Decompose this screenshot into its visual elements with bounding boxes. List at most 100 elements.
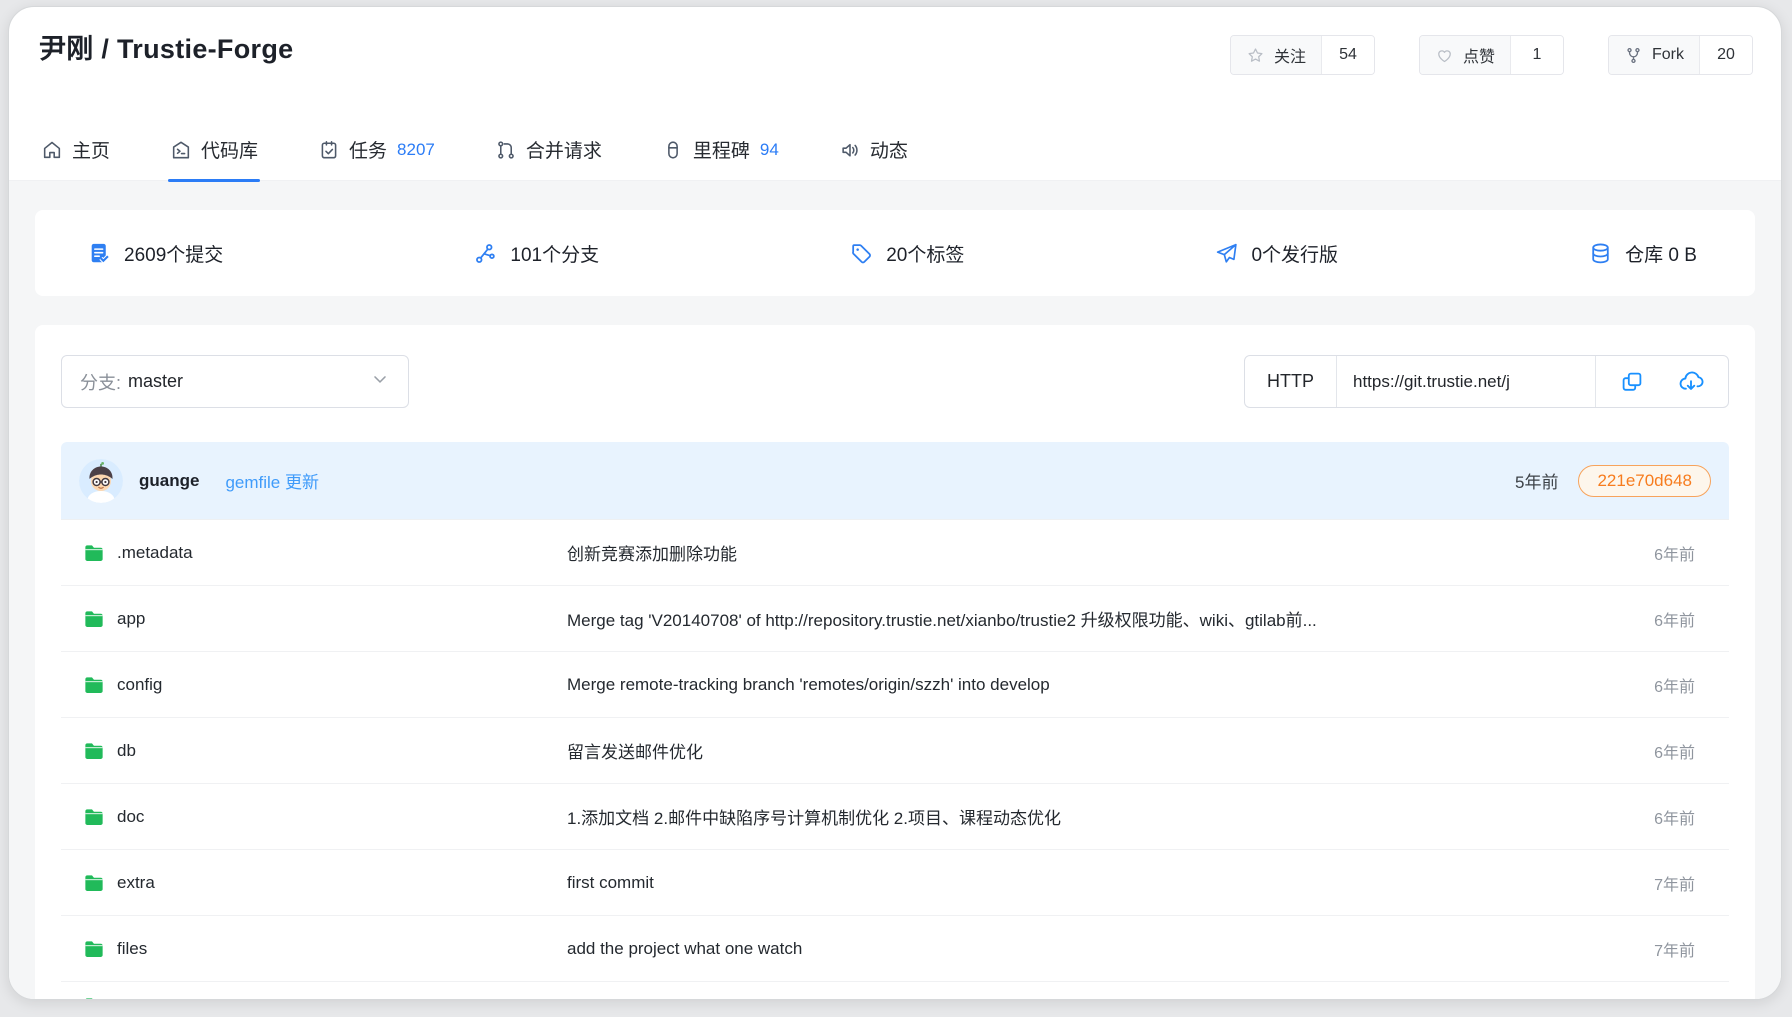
tab-home[interactable]: 主页 <box>39 123 112 180</box>
stat-branches[interactable]: 101个分支 <box>473 240 599 267</box>
commit-time: 5年前 <box>1515 468 1558 493</box>
tab-activity[interactable]: 动态 <box>837 123 910 180</box>
file-commit-message[interactable]: 留言发送邮件优化 <box>567 738 1595 763</box>
tab-activity-label: 动态 <box>870 136 908 163</box>
file-list: .metadata 创新竞赛添加删除功能 6年前 app Merge tag '… <box>61 519 1729 999</box>
watch-count: 54 <box>1322 36 1374 74</box>
file-commit-time: 6年前 <box>1595 805 1725 829</box>
file-commit-message[interactable]: 1.添加文档 2.邮件中缺陷序号计算机制优化 2.项目、课程动态优化 <box>567 804 1595 829</box>
tab-pulls-label: 合并请求 <box>526 136 602 163</box>
app-window: 尹刚 / Trustie-Forge 关注 54 点赞 1 <box>8 6 1782 1000</box>
stat-repo-size-label: 仓库 0 B <box>1625 240 1697 267</box>
tab-milestones[interactable]: 里程碑 94 <box>660 123 781 180</box>
tab-pulls[interactable]: 合并请求 <box>493 123 604 180</box>
fork-label: Fork <box>1652 46 1684 64</box>
repo-stats-bar: 2609个提交 101个分支 20个标签 0个发行版 <box>35 210 1755 296</box>
folder-icon <box>83 873 105 893</box>
tags-icon <box>849 241 874 266</box>
chevron-down-icon <box>370 369 390 394</box>
home-icon <box>41 139 63 161</box>
stat-branches-label: 101个分支 <box>510 240 599 267</box>
file-name[interactable]: .metadata <box>117 543 193 563</box>
code-toolbar: 分支: master HTTP https://git.trustie.net/… <box>35 325 1755 408</box>
tab-code[interactable]: 代码库 <box>168 123 260 180</box>
file-commit-message[interactable]: 创新竞赛添加删除功能 <box>567 540 1595 565</box>
praise-button[interactable]: 点赞 1 <box>1419 35 1564 75</box>
tab-issues[interactable]: 任务 8207 <box>316 123 437 180</box>
praise-count: 1 <box>1511 36 1563 74</box>
file-commit-message[interactable]: Merge remote-tracking branch 'remotes/or… <box>567 675 1595 695</box>
file-commit-time: 7年前 <box>1595 871 1725 895</box>
repo-header: 尹刚 / Trustie-Forge 关注 54 点赞 1 <box>9 7 1781 67</box>
protocol-label: HTTP <box>1267 371 1314 392</box>
stat-commits[interactable]: 2609个提交 <box>87 240 223 267</box>
table-row: files add the project what one watch 7年前 <box>61 916 1729 982</box>
commit-sha-badge[interactable]: 221e70d648 <box>1578 465 1711 497</box>
file-commit-time: 6年前 <box>1595 607 1725 631</box>
table-row: extra first commit 7年前 <box>61 850 1729 916</box>
folder-icon <box>83 996 105 999</box>
file-commit-message[interactable]: first commit <box>567 873 1595 893</box>
table-row: config Merge remote-tracking branch 'rem… <box>61 652 1729 718</box>
star-icon <box>1246 46 1265 65</box>
file-commit-time: 6年前 <box>1595 541 1725 565</box>
stat-tags[interactable]: 20个标签 <box>849 240 964 267</box>
activity-icon <box>839 139 861 161</box>
file-name[interactable]: db <box>117 741 136 761</box>
repo-icon <box>170 139 192 161</box>
branch-selector[interactable]: 分支: master <box>61 355 409 408</box>
watch-button[interactable]: 关注 54 <box>1230 35 1375 75</box>
tab-code-label: 代码库 <box>201 136 258 163</box>
page-body: 2609个提交 101个分支 20个标签 0个发行版 <box>9 181 1781 999</box>
clone-url-field[interactable]: https://git.trustie.net/j <box>1337 356 1595 407</box>
repo-size-icon <box>1588 241 1613 266</box>
branch-label: 分支: <box>80 369 121 395</box>
watch-label: 关注 <box>1274 43 1306 67</box>
stat-releases[interactable]: 0个发行版 <box>1214 240 1338 267</box>
stat-commits-label: 2609个提交 <box>124 240 223 267</box>
file-name[interactable]: app <box>117 609 145 629</box>
stat-repo-size[interactable]: 仓库 0 B <box>1588 240 1697 267</box>
milestone-icon <box>662 139 684 161</box>
clone-actions <box>1595 356 1728 407</box>
file-name[interactable]: files <box>117 939 147 959</box>
folder-icon <box>83 939 105 959</box>
latest-commit-bar: guange gemfile 更新 5年前 221e70d648 <box>61 442 1729 519</box>
file-commit-message[interactable]: Merge tag 'V20140708' of http://reposito… <box>567 606 1595 631</box>
table-row: app Merge tag 'V20140708' of http://repo… <box>61 586 1729 652</box>
avatar[interactable] <box>79 459 123 503</box>
download-icon[interactable] <box>1678 369 1704 395</box>
commit-author[interactable]: guange <box>139 471 199 491</box>
folder-icon <box>83 675 105 695</box>
copy-icon[interactable] <box>1620 370 1644 394</box>
clone-url-group: HTTP https://git.trustie.net/j <box>1244 355 1729 408</box>
folder-icon <box>83 543 105 563</box>
folder-icon <box>83 741 105 761</box>
fork-button[interactable]: Fork 20 <box>1608 35 1753 75</box>
code-browser-card: 分支: master HTTP https://git.trustie.net/… <box>35 325 1755 999</box>
merge-icon <box>495 139 517 161</box>
commit-message-link[interactable]: gemfile 更新 <box>225 468 319 493</box>
praise-label: 点赞 <box>1463 43 1495 67</box>
releases-icon <box>1214 241 1239 266</box>
file-name[interactable]: doc <box>117 807 144 827</box>
tasks-icon <box>318 139 340 161</box>
protocol-switch[interactable]: HTTP <box>1245 356 1337 407</box>
file-name[interactable]: config <box>117 675 162 695</box>
folder-icon <box>83 609 105 629</box>
branches-icon <box>473 241 498 266</box>
fork-count: 20 <box>1700 36 1752 74</box>
table-row: doc 1.添加文档 2.邮件中缺陷序号计算机制优化 2.项目、课程动态优化 6… <box>61 784 1729 850</box>
tab-home-label: 主页 <box>72 136 110 163</box>
file-commit-time: 7年前 <box>1595 937 1725 961</box>
branch-value: master <box>128 371 183 392</box>
tab-issues-count: 8207 <box>397 140 435 160</box>
file-name[interactable]: extra <box>117 873 155 893</box>
tab-issues-label: 任务 <box>349 136 387 163</box>
tab-milestones-count: 94 <box>760 140 779 160</box>
commits-icon <box>87 241 112 266</box>
stat-tags-label: 20个标签 <box>886 240 964 267</box>
repo-action-buttons: 关注 54 点赞 1 Fork <box>1230 35 1753 75</box>
file-commit-time: 6年前 <box>1595 739 1725 763</box>
file-commit-message[interactable]: add the project what one watch <box>567 939 1595 959</box>
